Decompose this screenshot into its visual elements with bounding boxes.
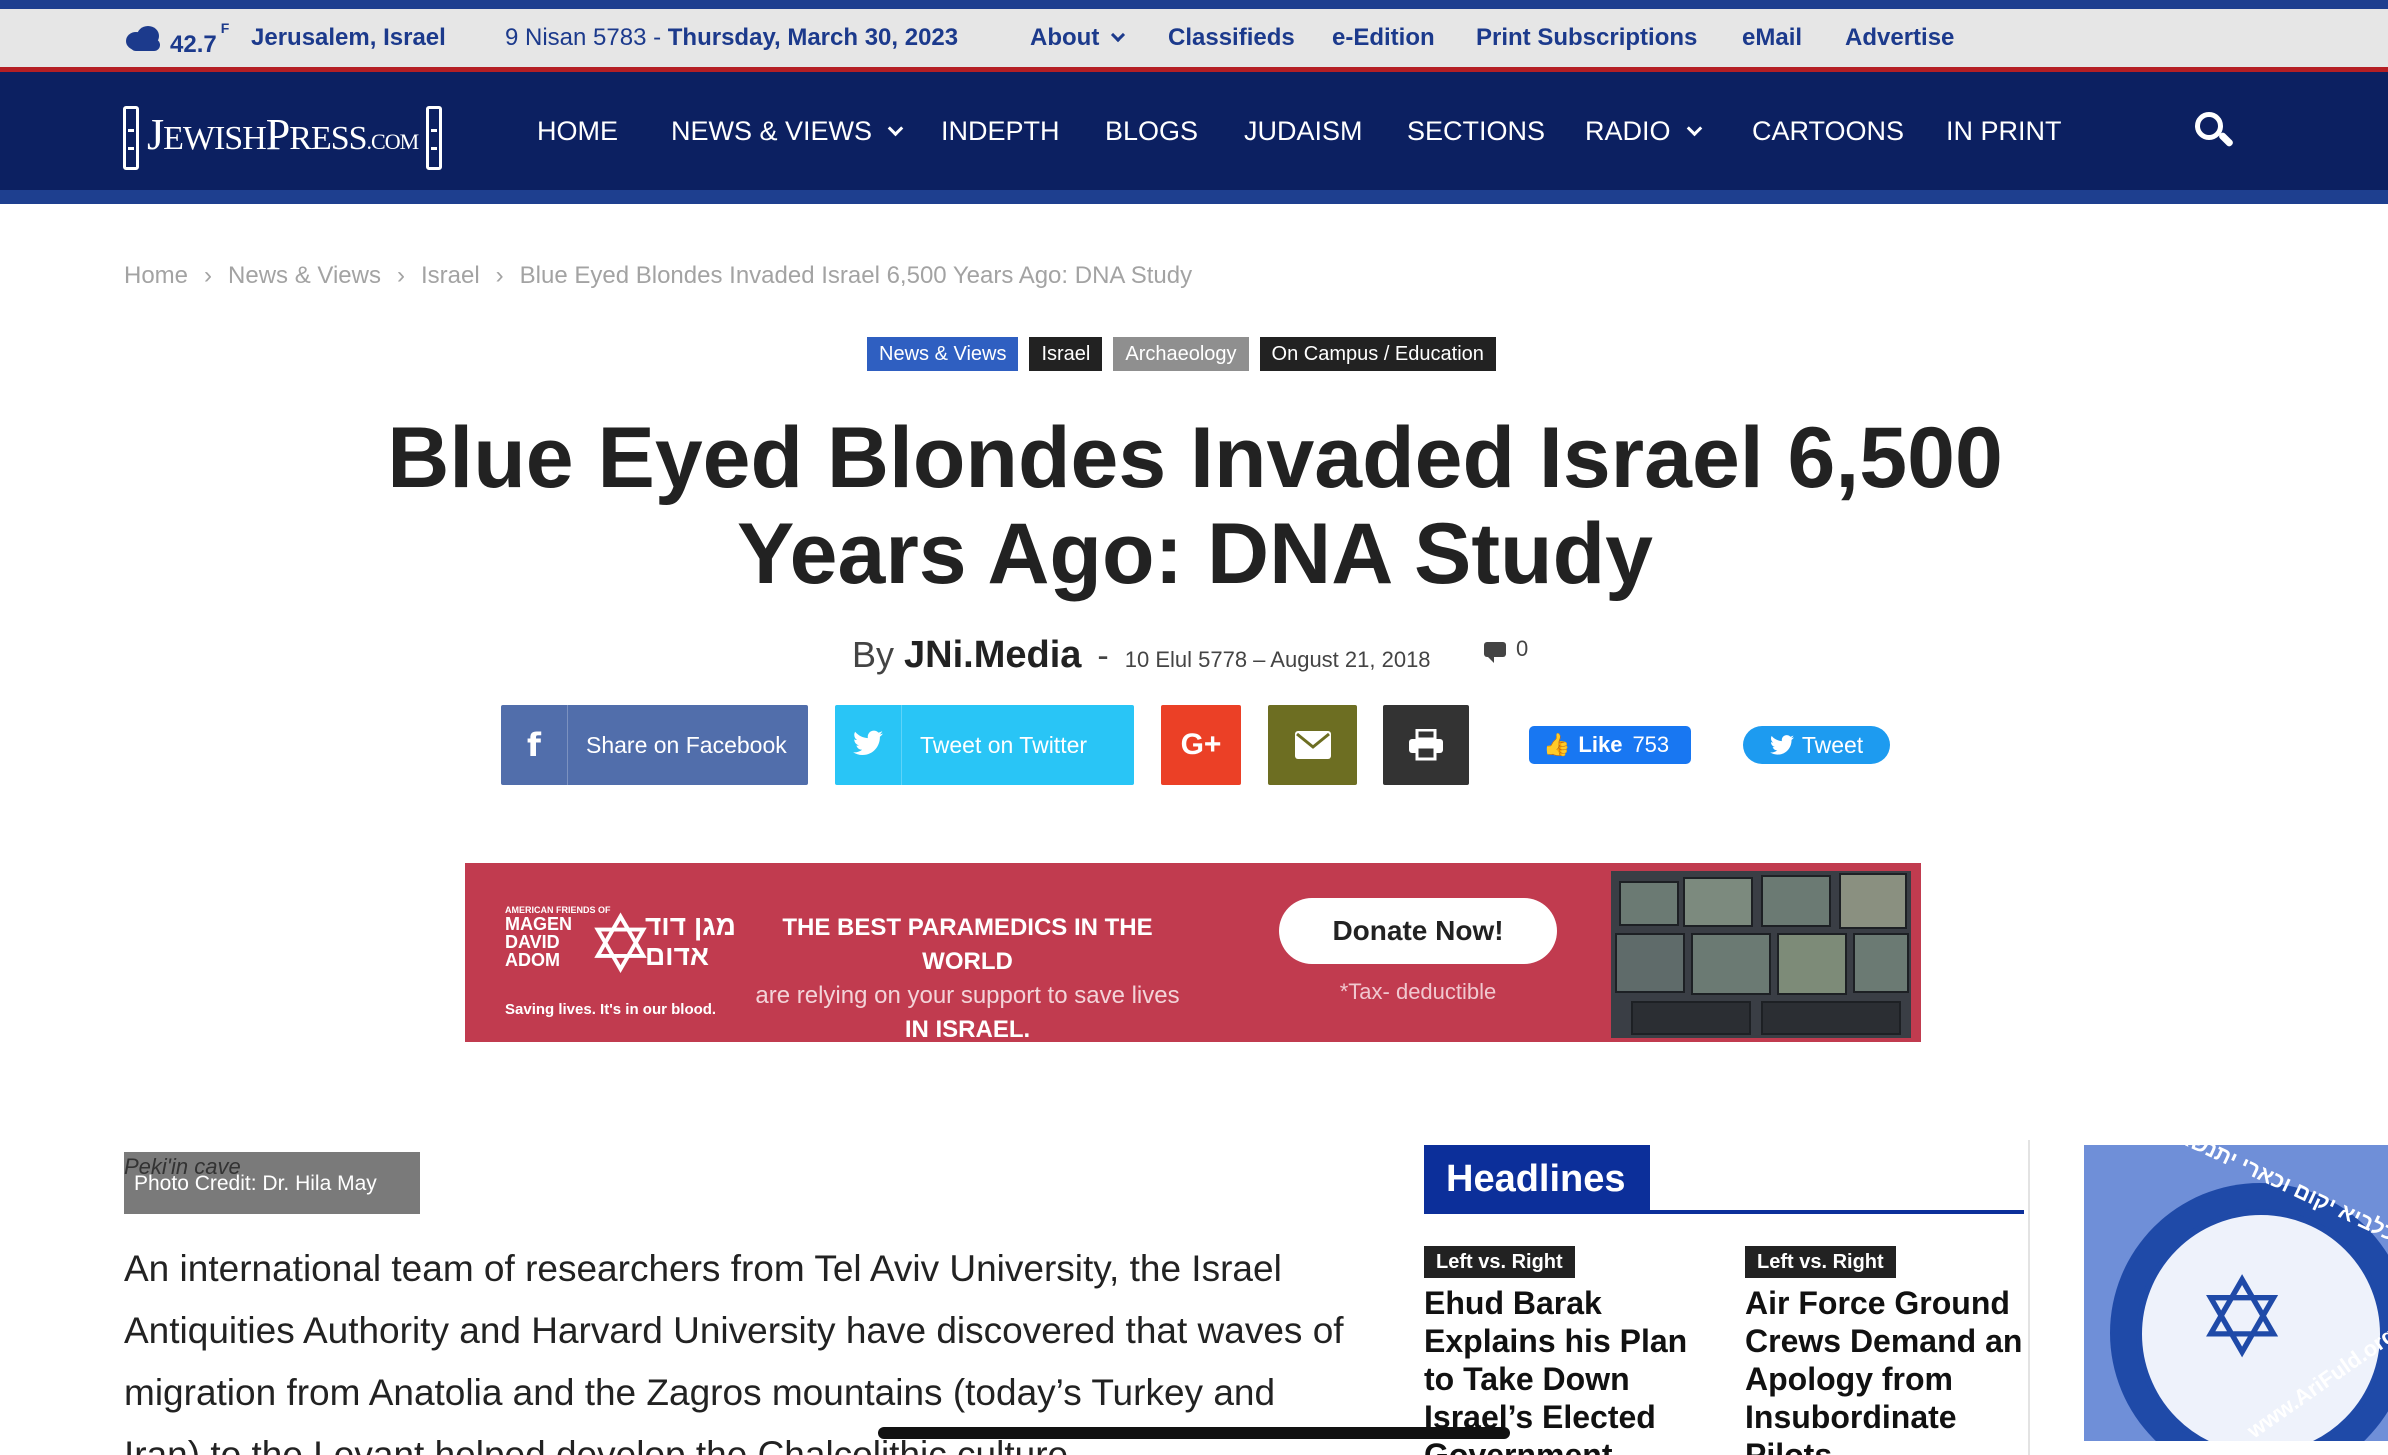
chevron-right-icon: ›	[204, 262, 213, 289]
main-navigation: JEWISHPRESS.COM HOME NEWS & VIEWS INDEPT…	[0, 72, 2388, 190]
category-tags: News & Views Israel Archaeology On Campu…	[867, 337, 1496, 371]
photo-credit: Photo Credit: Dr. Hila May	[134, 1172, 377, 1195]
headline-category[interactable]: Left vs. Right	[1745, 1246, 1896, 1278]
top-link-print-subscriptions[interactable]: Print Subscriptions	[1476, 9, 1697, 67]
chevron-right-icon: ›	[396, 262, 405, 289]
article-title: Blue Eyed Blondes Invaded Israel 6,500 Y…	[387, 410, 2003, 602]
ad-banner[interactable]: AMERICAN FRIENDS OF MAGEN DAVID ADOM ✡ מ…	[465, 863, 1921, 1043]
nav-news-views[interactable]: NEWS & VIEWS	[671, 72, 904, 190]
sidebar-divider	[2028, 1140, 2030, 1455]
nav-judaism[interactable]: JUDAISM	[1244, 72, 1363, 190]
nav-sections[interactable]: SECTIONS	[1407, 72, 1545, 190]
twitter-bird-icon	[1769, 735, 1794, 755]
headlines-rule	[1424, 1210, 2024, 1214]
byline: By JNi.Media - 10 Elul 5778 – August 21,…	[852, 634, 1431, 684]
share-facebook-button[interactable]: f Share on Facebook	[501, 705, 808, 785]
breadcrumb: Home › News & Views › Israel › Blue Eyed Blond…	[124, 262, 1192, 290]
temperature: 42.7F	[170, 20, 230, 58]
cloud-icon	[126, 26, 160, 51]
printer-icon	[1409, 729, 1443, 761]
nav-blogs[interactable]: BLOGS	[1105, 72, 1198, 190]
headline-title[interactable]: Ehud Barak Explains his Plan to Take Dow…	[1424, 1284, 1714, 1455]
publish-date: 10 Elul 5778 – August 21, 2018	[1124, 647, 1431, 672]
comment-icon	[1484, 641, 1506, 663]
twitter-icon	[835, 726, 901, 764]
breadcrumb-home[interactable]: Home	[124, 262, 188, 289]
chevron-down-icon	[1111, 27, 1126, 43]
lion-emblem-icon: ✡	[2196, 1254, 2289, 1382]
tag-on-campus-education[interactable]: On Campus / Education	[1259, 337, 1496, 371]
current-date: 9 Nisan 5783 - Thursday, March 30, 2023	[505, 24, 959, 51]
headline-item[interactable]: Left vs. Right Ehud Barak Explains his P…	[1424, 1246, 1714, 1455]
donate-now-button[interactable]: Donate Now!	[1279, 898, 1557, 964]
author-link[interactable]: JNi.Media	[904, 634, 1081, 677]
breadcrumb-news-views[interactable]: News & Views	[228, 262, 381, 289]
chevron-down-icon	[887, 120, 904, 137]
top-link-classifieds[interactable]: Classifieds	[1168, 9, 1295, 67]
top-link-email[interactable]: eMail	[1742, 9, 1802, 67]
nav-in-print[interactable]: IN PRINT	[1946, 72, 2062, 190]
print-button[interactable]	[1383, 705, 1469, 785]
thumbs-up-icon: 👍	[1543, 732, 1571, 757]
top-accent-stripe	[0, 0, 2388, 9]
top-link-e-edition[interactable]: e-Edition	[1332, 9, 1435, 67]
byline-separator: -	[1097, 637, 1109, 675]
ad-message: THE BEST PARAMEDICS IN THE WORLD are rel…	[755, 914, 1180, 1043]
facebook-like-button[interactable]: 👍 Like 753	[1529, 726, 1691, 764]
nav-indepth[interactable]: INDEPTH	[941, 72, 1060, 190]
googleplus-icon: G+	[1180, 728, 1222, 761]
tag-israel[interactable]: Israel	[1029, 337, 1103, 371]
logo-text: JEWISHPRESS.COM	[147, 109, 419, 159]
share-twitter-button[interactable]: Tweet on Twitter	[835, 705, 1134, 785]
breadcrumb-israel[interactable]: Israel	[421, 262, 480, 289]
top-link-advertise[interactable]: Advertise	[1845, 9, 1954, 67]
share-googleplus-button[interactable]: G+	[1161, 705, 1241, 785]
comment-count[interactable]: 0	[1484, 636, 1528, 663]
nav-radio[interactable]: RADIO	[1585, 72, 1702, 190]
breadcrumb-current: Blue Eyed Blondes Invaded Israel 6,500 Y…	[519, 262, 1193, 289]
search-icon[interactable]	[2195, 112, 2235, 152]
top-link-about[interactable]: About	[1030, 9, 1126, 67]
nav-cartoons[interactable]: CARTOONS	[1752, 72, 1904, 190]
facebook-icon: f	[527, 726, 541, 764]
top-utility-bar: 42.7F Jerusalem, Israel 9 Nisan 5783 - T…	[0, 9, 2388, 67]
site-logo[interactable]: JEWISHPRESS.COM	[123, 105, 443, 171]
photo-caption: Peki'in cave Photo Credit: Dr. Hila May	[124, 1152, 420, 1214]
tax-deductible-note: *Tax- deductible	[1339, 979, 1497, 1004]
headlines-heading: Headlines	[1424, 1145, 1650, 1213]
ad-control-room-image	[1611, 871, 1911, 1038]
tag-archaeology[interactable]: Archaeology	[1113, 337, 1249, 371]
article-body: An international team of researchers fro…	[124, 1248, 1344, 1455]
star-of-david-icon: ✡	[587, 898, 655, 991]
tweet-button[interactable]: Tweet	[1743, 726, 1890, 764]
chevron-down-icon	[1686, 120, 1702, 137]
ari-fuld-promo[interactable]: ✡ הן עם כלביא יקום וכארי יתנשא www.AriFu…	[2084, 1145, 2388, 1441]
chevron-right-icon: ›	[495, 262, 504, 289]
ad-org-logo: AMERICAN FRIENDS OF MAGEN DAVID ADOM ✡ מ…	[505, 898, 737, 1019]
envelope-icon	[1294, 731, 1331, 759]
location: Jerusalem, Israel	[251, 24, 446, 51]
scroll-icon	[123, 106, 139, 170]
headline-title[interactable]: Air Force Ground Crews Demand an Apology…	[1745, 1284, 2035, 1455]
byline-by: By	[852, 634, 895, 675]
horizontal-scroll-indicator[interactable]	[878, 1427, 1510, 1439]
headline-item[interactable]: Left vs. Right Air Force Ground Crews De…	[1745, 1246, 2035, 1455]
headline-category[interactable]: Left vs. Right	[1424, 1246, 1575, 1278]
nav-bottom-stripe	[0, 190, 2388, 204]
share-email-button[interactable]	[1268, 705, 1357, 785]
nav-home[interactable]: HOME	[537, 72, 618, 190]
scroll-icon	[426, 106, 443, 170]
tag-news-views[interactable]: News & Views	[867, 337, 1019, 371]
